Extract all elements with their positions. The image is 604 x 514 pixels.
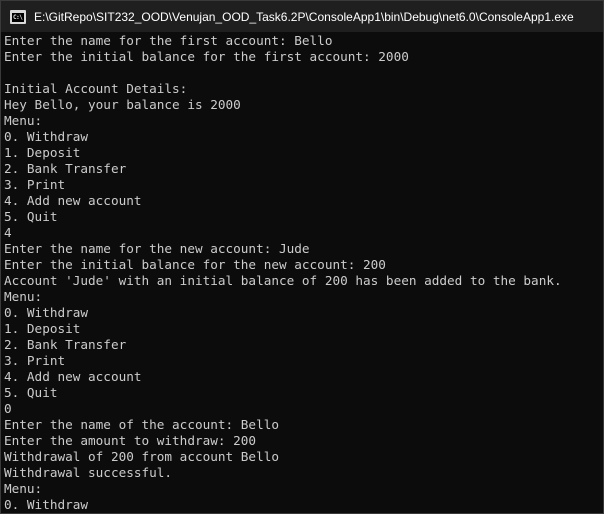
console-line: 0. Withdraw bbox=[4, 129, 89, 144]
console-line: Enter the name for the first account: Be… bbox=[4, 33, 333, 48]
console-line: Withdrawal successful. bbox=[4, 465, 173, 480]
console-output[interactable]: Enter the name for the first account: Be… bbox=[4, 33, 603, 513]
console-line: 4 bbox=[4, 225, 12, 240]
console-line: 5. Quit bbox=[4, 385, 58, 400]
console-line: Enter the initial balance for the new ac… bbox=[4, 257, 386, 272]
title-bar[interactable]: C:\ E:\GitRepo\SIT232_OOD\Venujan_OOD_Ta… bbox=[1, 1, 603, 32]
console-app-icon: C:\ bbox=[10, 9, 26, 24]
console-line: Menu: bbox=[4, 289, 43, 304]
console-line: 0. Withdraw bbox=[4, 497, 89, 512]
window-title: E:\GitRepo\SIT232_OOD\Venujan_OOD_Task6.… bbox=[34, 9, 574, 24]
console-line: 5. Quit bbox=[4, 209, 58, 224]
console-line: 1. Deposit bbox=[4, 321, 81, 336]
console-line: 2. Bank Transfer bbox=[4, 337, 127, 352]
console-line: 0. Withdraw bbox=[4, 305, 89, 320]
console-line: Account 'Jude' with an initial balance o… bbox=[4, 273, 562, 288]
console-line: 3. Print bbox=[4, 353, 66, 368]
console-line: Enter the name of the account: Bello bbox=[4, 417, 279, 432]
console-line: Menu: bbox=[4, 113, 43, 128]
console-line: 0 bbox=[4, 401, 12, 416]
console-line: 4. Add new account bbox=[4, 193, 142, 208]
console-line: Hey Bello, your balance is 2000 bbox=[4, 97, 241, 112]
console-line: Initial Account Details: bbox=[4, 81, 188, 96]
console-app-icon-glyph: C:\ bbox=[12, 12, 24, 22]
console-line: 3. Print bbox=[4, 177, 66, 192]
console-line: Menu: bbox=[4, 481, 43, 496]
console-line: Enter the name for the new account: Jude bbox=[4, 241, 310, 256]
console-line: Withdrawal of 200 from account Bello bbox=[4, 449, 279, 464]
console-line: 1. Deposit bbox=[4, 145, 81, 160]
console-line: 2. Bank Transfer bbox=[4, 161, 127, 176]
console-line: Enter the initial balance for the first … bbox=[4, 49, 409, 64]
console-window: C:\ E:\GitRepo\SIT232_OOD\Venujan_OOD_Ta… bbox=[0, 0, 604, 514]
console-line: 4. Add new account bbox=[4, 369, 142, 384]
console-line: Enter the amount to withdraw: 200 bbox=[4, 433, 257, 448]
